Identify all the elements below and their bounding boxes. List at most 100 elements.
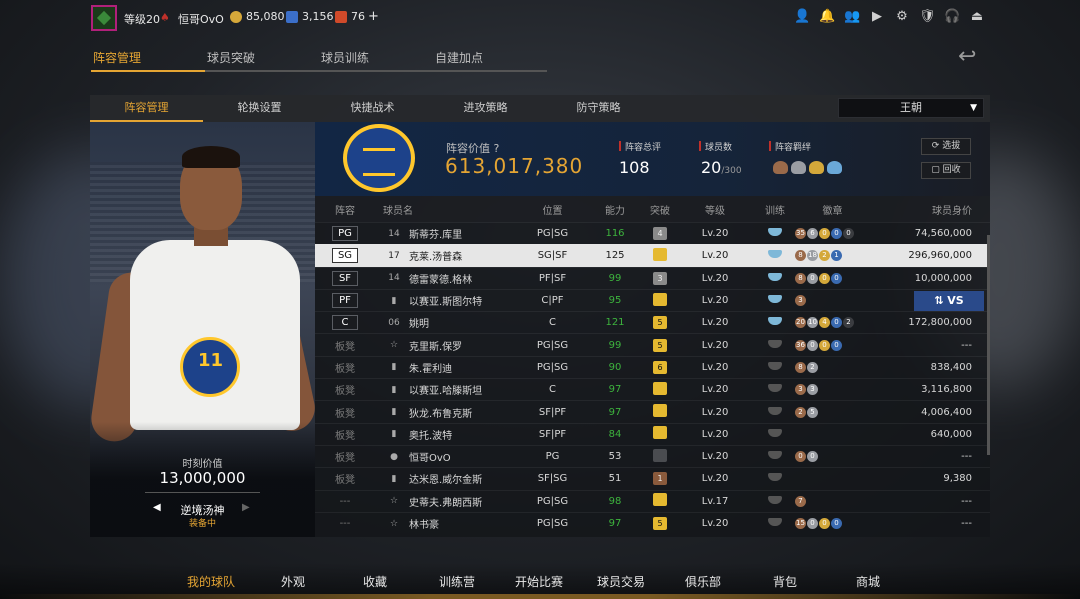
badge-list[interactable]: 20 10 4 0 2 [795,317,870,329]
nav-club[interactable]: 俱乐部 [685,573,721,590]
player-name[interactable]: 斯蒂芬.库里 [409,226,462,241]
player-name[interactable]: 以赛亚.斯图尔特 [409,293,482,308]
dynasty-dropdown[interactable]: 王朝 ▼ [838,98,984,118]
position-slot[interactable]: SF [332,270,358,286]
friends-icon[interactable]: 👥 [844,9,860,25]
player-name[interactable]: 克莱.汤普森 [409,248,462,263]
player-name[interactable]: 狄龙.布鲁克斯 [409,405,472,420]
player-name[interactable]: 史蒂夫.弗朗西斯 [409,494,482,509]
nav-shop[interactable]: 商城 [856,573,880,590]
badge-list[interactable]: 25 [795,406,870,418]
nav-start-game[interactable]: 开始比赛 [515,573,563,590]
player-name[interactable]: 林书豪 [409,516,439,531]
avatar[interactable] [91,5,117,31]
training-icon[interactable] [768,428,782,437]
nav-appearance[interactable]: 外观 [281,573,305,590]
table-row[interactable]: --- ☆ 史蒂夫.弗朗西斯 PG|SG 98 Lv.17 7 --- [315,489,990,512]
nav-collection[interactable]: 收藏 [363,573,387,590]
training-icon[interactable] [768,272,782,281]
bond-icon[interactable] [773,161,788,174]
settings-gear-icon[interactable]: ⚙ [894,9,910,25]
training-icon[interactable] [768,451,782,460]
badge-list[interactable]: 3 [795,295,870,307]
training-icon[interactable] [768,250,782,259]
back-arrow-icon[interactable]: ↩ [958,44,976,69]
table-row[interactable]: C 06 姚明 C 121 5 Lv.20 20 10 4 0 2 172,800,000 [315,311,990,333]
table-row[interactable]: PF ▮ 以赛亚.斯图尔特 C|PF 95 Lv.20 3 ⇅ VS [315,288,990,311]
player-name[interactable]: 恒哥OvO [409,449,451,464]
training-icon[interactable] [768,228,782,237]
training-icon[interactable] [768,361,782,370]
nav-training-camp[interactable]: 训练营 [439,573,475,590]
tab-player-training[interactable]: 球员训练 [319,48,433,72]
recycle-button[interactable]: ▢ 回收 [921,162,971,179]
badge-list[interactable]: 33 [795,384,870,396]
table-row[interactable]: PG 14 斯蒂芬.库里 PG|SG 116 4 Lv.20 35 6 0 0 0 74,560,000 [315,222,990,244]
badge-list[interactable]: 8 18 2 1 [795,250,870,262]
points-currency[interactable]: 3,156 [286,10,334,23]
position-slot[interactable]: C [332,315,358,331]
player-name[interactable]: 奥托.波特 [409,427,452,442]
tab-defense-strategy[interactable]: 防守策略 [542,95,655,122]
tab-custom-points[interactable]: 自建加点 [433,48,547,72]
tab-lineup-management[interactable]: 阵容管理 [91,48,205,72]
table-row[interactable]: 板凳 ▮ 狄龙.布鲁克斯 SF|PF 97 Lv.20 2 5 4,006,400 [315,400,990,422]
profile-icon[interactable]: 👤 [794,9,810,25]
training-icon[interactable] [768,339,782,348]
player-name[interactable]: 克里斯.保罗 [409,338,462,353]
training-icon[interactable] [768,473,782,482]
nav-my-team[interactable]: 我的球队 [187,573,235,590]
support-headset-icon[interactable]: 🎧 [944,9,960,25]
notification-bell-icon[interactable]: 🔔 [819,9,835,25]
training-icon[interactable] [768,406,782,415]
bond-icons[interactable] [773,161,842,174]
tab-quick-tactics[interactable]: 快捷战术 [316,95,429,122]
position-slot[interactable]: PG [332,226,358,242]
player-name[interactable]: 达米恩.威尔金斯 [409,471,482,486]
token-currency[interactable]: 76 [335,10,365,23]
training-icon[interactable] [768,384,782,393]
badge-list[interactable]: 36 0 0 0 [795,339,870,351]
bond-icon[interactable] [827,161,842,174]
table-row[interactable]: --- ☆ 林书豪 PG|SG 97 5 Lv.20 15 0 0 0 --- [315,511,990,534]
badge-list[interactable]: 7 [795,495,870,507]
tab-lineup[interactable]: 阵容管理 [90,95,203,122]
player-name[interactable]: 以赛亚.哈滕斯坦 [409,382,482,397]
position-slot[interactable]: SG [332,248,358,264]
training-icon[interactable] [768,518,782,526]
nav-player-trade[interactable]: 球员交易 [597,573,645,590]
badge-list[interactable]: 15 0 0 0 [795,518,870,529]
training-icon[interactable] [768,317,782,326]
exit-icon[interactable]: ⏏ [969,9,985,25]
table-row[interactable]: 板凳 ● 恒哥OvO PG 53 Lv.20 0 0 --- [315,444,990,467]
add-currency-button[interactable]: + [368,9,379,24]
compare-vs-button[interactable]: ⇅ VS [914,290,984,311]
table-row[interactable]: 板凳 ☆ 克里斯.保罗 PG|SG 99 5 Lv.20 36 0 0 0 --- [315,333,990,355]
bond-icon[interactable] [809,161,824,174]
player-name[interactable]: 德雷蒙德.格林 [409,271,472,286]
player-name[interactable]: 姚明 [409,315,429,330]
position-slot[interactable]: PF [332,293,358,309]
badge-list[interactable]: 8000 [795,272,870,284]
gold-currency[interactable]: 85,080 [230,10,285,23]
table-row[interactable]: 板凳 ▮ 以赛亚.哈滕斯坦 C 97 Lv.20 3 3 3,116,800 [315,378,990,400]
player-name[interactable]: 朱.霍利迪 [409,360,452,375]
tab-offense-strategy[interactable]: 进攻策略 [429,95,542,122]
tab-rotation[interactable]: 轮换设置 [203,95,316,122]
table-row[interactable]: 板凳 ▮ 朱.霍利迪 PG|SG 90 6 Lv.20 8 2 838,400 [315,355,990,378]
select-button[interactable]: ⟳ 选拔 [921,138,971,155]
nav-backpack[interactable]: 背包 [773,573,797,590]
training-icon[interactable] [768,295,782,304]
table-row[interactable]: SF 14 德雷蒙德.格林 PF|SF 99 3 Lv.20 8 0 0 0 10,000,000 [315,266,990,289]
table-row[interactable]: 板凳 ▮ 奥托.波特 SF|PF 84 Lv.20 640,000 [315,422,990,445]
bond-icon[interactable] [791,161,806,174]
badge-list[interactable]: 82 [795,361,870,373]
badge-list[interactable]: 35 6 0 0 0 [795,228,870,240]
table-scrollbar[interactable] [987,235,990,455]
training-icon[interactable] [768,495,782,504]
table-row[interactable]: SG 17 克莱.汤普森 SG|SF 125 Lv.20 8 18 2 1 296,960,000 [315,244,990,267]
badge-list[interactable]: 00 [795,451,870,463]
tab-player-breakthrough[interactable]: 球员突破 [205,48,319,72]
security-shield-icon[interactable]: 🛡 [919,9,936,25]
table-row[interactable]: 板凳 ▮ 达米恩.威尔金斯 SF|SG 51 1 Lv.20 9,380 [315,467,990,489]
